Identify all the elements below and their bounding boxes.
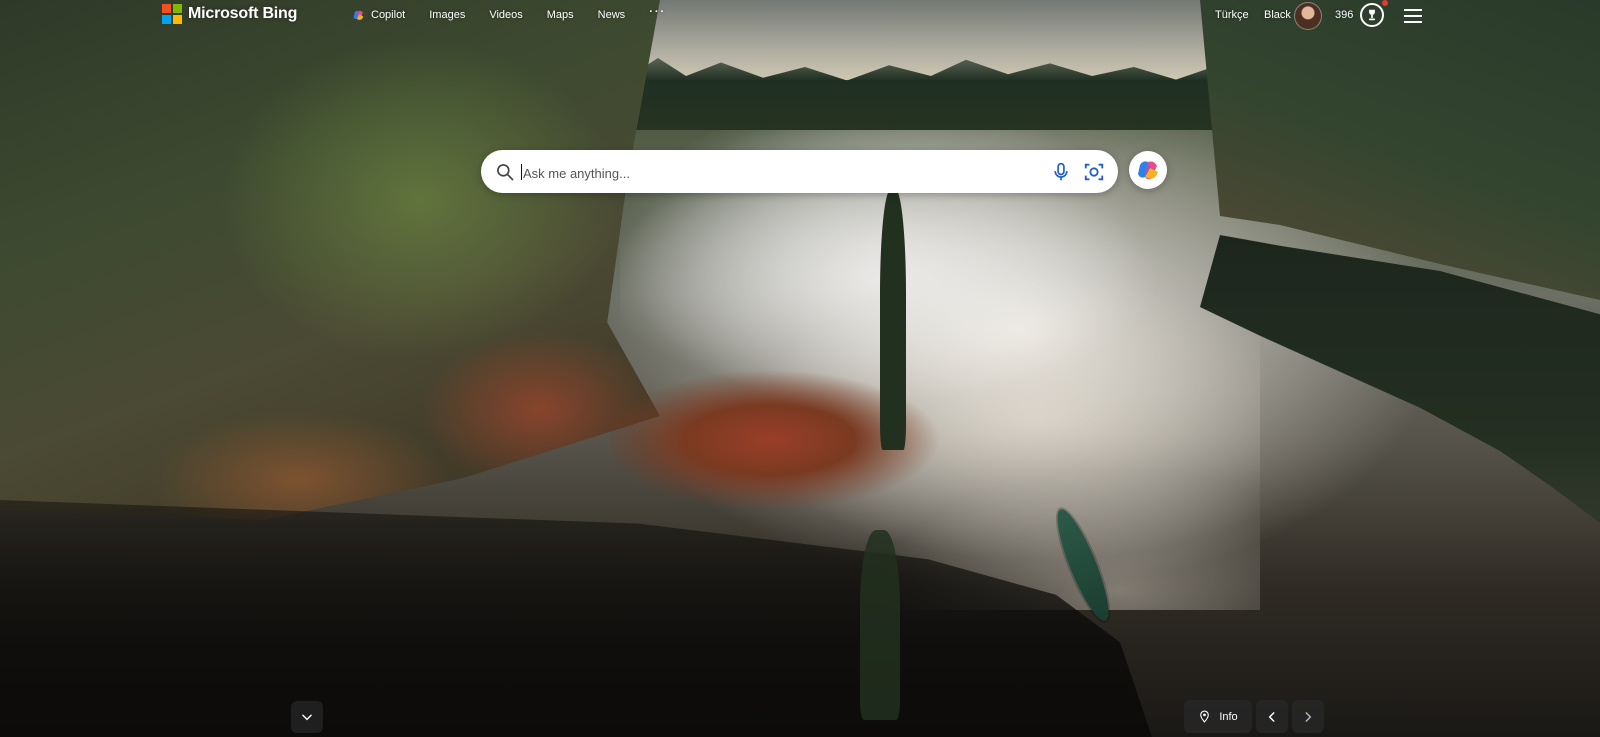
search-box	[481, 150, 1118, 193]
info-label: Info	[1219, 710, 1238, 723]
background-photo	[0, 0, 1600, 737]
text-caret	[521, 164, 522, 180]
logo-text: Microsoft Bing	[188, 5, 298, 22]
chevron-left-icon	[1268, 711, 1275, 722]
copilot-button[interactable]	[1129, 151, 1167, 189]
info-button[interactable]: Info	[1184, 700, 1252, 733]
copilot-icon	[1138, 161, 1158, 180]
nav-copilot-label: Copilot	[371, 9, 406, 21]
next-image-button[interactable]	[1292, 700, 1324, 733]
notification-dot	[1382, 0, 1388, 6]
chevron-down-icon	[302, 714, 312, 721]
nav-more-button[interactable]: ···	[649, 6, 666, 18]
top-bar: Microsoft Bing Copilot Images Videos Map…	[0, 0, 1600, 30]
top-nav: Copilot Images Videos Maps News ···	[352, 0, 690, 30]
rewards-button[interactable]	[1360, 3, 1384, 27]
copilot-icon	[353, 10, 364, 20]
microsoft-logo-icon	[162, 4, 182, 24]
nav-images[interactable]: Images	[429, 9, 465, 21]
user-name[interactable]: Black	[1264, 9, 1291, 21]
trophy-icon	[1369, 9, 1375, 21]
search-input[interactable]	[521, 160, 995, 186]
hamburger-menu-icon[interactable]	[1404, 9, 1422, 23]
chevron-right-icon	[1305, 711, 1312, 722]
bing-logo[interactable]: Microsoft Bing	[162, 4, 297, 24]
nav-maps[interactable]: Maps	[547, 9, 574, 21]
language-link[interactable]: Türkçe	[1215, 9, 1249, 21]
avatar[interactable]	[1294, 2, 1322, 30]
visual-search-icon[interactable]	[1083, 161, 1105, 183]
search-icon[interactable]	[495, 162, 515, 182]
nav-videos[interactable]: Videos	[489, 9, 522, 21]
nav-news[interactable]: News	[598, 9, 626, 21]
reward-points[interactable]: 396	[1335, 9, 1353, 21]
microphone-icon[interactable]	[1051, 161, 1071, 183]
nav-copilot[interactable]: Copilot	[352, 9, 405, 22]
scroll-down-button[interactable]	[291, 701, 323, 733]
location-pin-icon	[1200, 710, 1210, 723]
previous-image-button[interactable]	[1256, 700, 1288, 733]
